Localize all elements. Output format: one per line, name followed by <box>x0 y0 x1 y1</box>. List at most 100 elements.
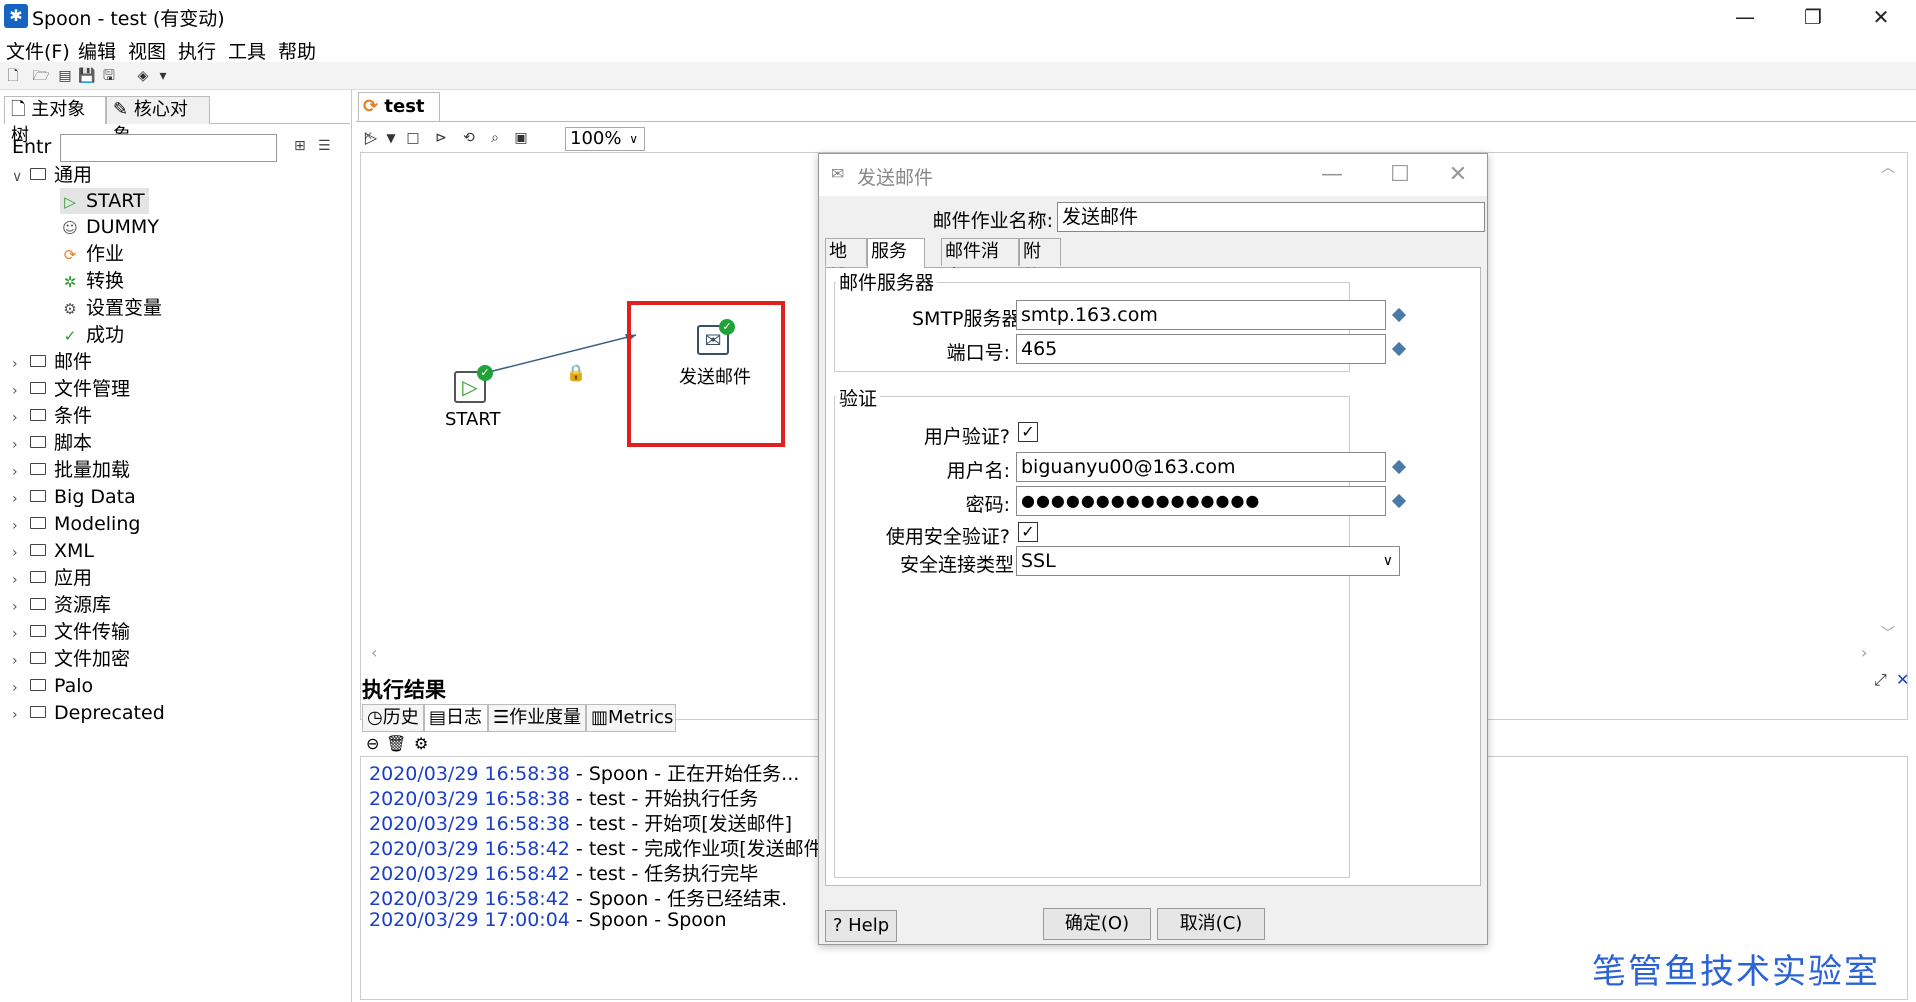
dialog-titlebar: ✉ 发送邮件 — ☐ ✕ <box>819 154 1487 196</box>
tree-folder-label: Big Data <box>54 486 136 508</box>
tab-address[interactable]: 地址 <box>825 238 867 288</box>
save-as-icon[interactable]: 🖫 <box>100 67 118 85</box>
cancel-button[interactable]: 取消(C) <box>1157 908 1265 940</box>
user-auth-checkbox[interactable]: ✓ <box>1018 422 1038 442</box>
menu-run[interactable]: 执行 <box>178 37 216 64</box>
tab-server[interactable]: 服务器 <box>867 238 925 288</box>
dialog-maximize-button[interactable]: ☐ <box>1375 158 1425 192</box>
tree-folder-file-transfer[interactable]: › 文件传输 <box>12 619 130 645</box>
scroll-down-icon[interactable]: ﹀ <box>1881 623 1895 643</box>
menu-help[interactable]: 帮助 <box>278 37 316 64</box>
tree-folder-big-data[interactable]: › Big Data <box>12 484 136 510</box>
username-input[interactable]: biguanyu00@163.com <box>1016 452 1386 482</box>
tree-folder-applications[interactable]: › 应用 <box>12 565 92 591</box>
dialog-minimize-button[interactable]: — <box>1307 158 1357 192</box>
tree-item-transform[interactable]: ✲ 转换 <box>60 268 124 294</box>
menu-bar: 文件(F) 编辑 视图 执行 工具 帮助 <box>0 34 1916 64</box>
tree-folder-file-encryption[interactable]: › 文件加密 <box>12 646 130 672</box>
folder-icon <box>30 516 46 529</box>
layers-icon[interactable]: ◈ <box>134 67 152 85</box>
job-icon: ⟳ <box>63 246 77 264</box>
chevron-right-icon: › <box>12 410 18 426</box>
sql-icon[interactable]: ▣ <box>512 129 530 147</box>
menu-edit[interactable]: 编辑 <box>78 37 116 64</box>
log-timestamp: 2020/03/29 16:58:38 <box>369 813 570 835</box>
tree-item-success[interactable]: ✓ 成功 <box>60 322 124 348</box>
stop-icon[interactable]: □ <box>404 129 422 147</box>
save-icon[interactable]: 💾 <box>78 67 96 85</box>
menu-view[interactable]: 视图 <box>128 37 166 64</box>
tab-history[interactable]: ◷历史 <box>362 704 424 732</box>
layers-dropdown-icon[interactable]: ▾ <box>154 67 172 85</box>
filter-input[interactable] <box>60 134 277 162</box>
tree-folder-file-management[interactable]: › 文件管理 <box>12 376 130 402</box>
scroll-up-icon[interactable]: ︿ <box>1881 157 1895 177</box>
tab-test[interactable]: ⟳ test ✕ <box>358 92 440 143</box>
tree-folder-bulk-load[interactable]: › 批量加载 <box>12 457 130 483</box>
port-input[interactable]: 465 <box>1016 334 1386 364</box>
tree-folder-xml[interactable]: › XML <box>12 538 94 564</box>
verify-icon[interactable]: ⌕ <box>486 129 504 147</box>
minimize-button[interactable]: — <box>1712 0 1778 34</box>
run-icon[interactable]: ▷ <box>362 129 380 147</box>
secure-auth-checkbox[interactable]: ✓ <box>1018 522 1038 542</box>
expand-all-icon[interactable]: ⊞ <box>294 138 306 154</box>
menu-tools[interactable]: 工具 <box>228 37 266 64</box>
tree-folder-mail[interactable]: › 邮件 <box>12 349 92 375</box>
smtp-server-input[interactable]: smtp.163.com <box>1016 300 1386 330</box>
help-button[interactable]: ? Help <box>825 910 897 942</box>
dialog-close-button[interactable]: ✕ <box>1433 158 1483 192</box>
connection-type-select[interactable]: SSL ∨ <box>1016 546 1400 576</box>
run-options-icon[interactable]: ⊳ <box>432 129 450 147</box>
main-toolbar: 🗋 🗁 ▤ 💾 🖫 ◈ ▾ <box>0 62 1916 90</box>
tree-folder-repository[interactable]: › 资源库 <box>12 592 111 618</box>
ok-button[interactable]: 确定(O) <box>1043 908 1151 940</box>
tab-metrics[interactable]: ▥Metrics <box>586 704 676 732</box>
menu-file[interactable]: 文件(F) <box>6 37 70 64</box>
tab-log[interactable]: ▤日志 <box>424 704 488 732</box>
tree-folder-deprecated[interactable]: › Deprecated <box>12 700 165 726</box>
tree-item-start[interactable]: ▷ START <box>60 188 149 214</box>
transform-icon: ✲ <box>63 273 77 291</box>
scroll-left-icon[interactable]: ‹ <box>371 643 377 662</box>
log-timestamp: 2020/03/29 16:58:38 <box>369 763 570 785</box>
tab-history-label: 历史 <box>382 707 419 728</box>
tab-main-object-tree[interactable]: 🗋 主对象树 <box>4 96 106 146</box>
log-message: - test - 开始项[发送邮件] <box>569 813 793 835</box>
new-file-icon[interactable]: 🗋 <box>4 67 22 85</box>
tree-folder-scripts[interactable]: › 脚本 <box>12 430 92 456</box>
tab-attachments[interactable]: 附件 <box>1019 238 1061 288</box>
collapse-all-icon[interactable]: ☰ <box>318 138 331 154</box>
tab-job-metrics[interactable]: ☰作业度量 <box>488 704 586 732</box>
tree-folder-general[interactable]: ∨ 通用 <box>12 162 92 188</box>
password-input[interactable]: ●●●●●●●●●●●●●●●● <box>1016 486 1386 516</box>
close-panel-icon[interactable]: ✕ <box>1896 670 1909 689</box>
zoom-select[interactable]: 100% ∨ <box>565 127 645 151</box>
tree-folder-modeling[interactable]: › Modeling <box>12 511 140 537</box>
tree-item-dummy[interactable]: ☺ DUMMY <box>60 214 159 240</box>
maximize-icon[interactable]: ⤢ <box>1874 670 1887 690</box>
restore-button[interactable]: ❐ <box>1780 0 1846 34</box>
settings-icon[interactable]: ⚙ <box>414 734 428 753</box>
tree-item-job[interactable]: ⟳ 作业 <box>60 241 124 267</box>
variable-icon[interactable] <box>1391 307 1407 323</box>
replay-icon[interactable]: ⟲ <box>460 129 478 147</box>
tab-core-objects[interactable]: ✎ 核心对象 <box>106 96 210 146</box>
tree-folder-palo[interactable]: › Palo <box>12 673 93 699</box>
variable-icon[interactable] <box>1391 341 1407 357</box>
tree-folder-conditions[interactable]: › 条件 <box>12 403 92 429</box>
close-button[interactable]: ✕ <box>1848 0 1914 34</box>
explore-repo-icon[interactable]: ▤ <box>56 67 74 85</box>
open-file-icon[interactable]: 🗁 <box>32 67 50 85</box>
variable-icon[interactable] <box>1391 459 1407 475</box>
run-dropdown-icon[interactable]: ▼ <box>382 129 400 147</box>
hop-line[interactable] <box>484 334 637 374</box>
clear-log-icon[interactable]: ⊖ <box>366 734 379 753</box>
tree-item-set-variable[interactable]: ⚙ 设置变量 <box>60 295 162 321</box>
tab-mail-message[interactable]: 邮件消息 <box>941 238 1019 288</box>
scroll-right-icon[interactable]: › <box>1861 643 1867 662</box>
job-name-input[interactable]: 发送邮件 <box>1057 202 1485 232</box>
trash-icon[interactable]: 🗑 <box>386 734 406 753</box>
variable-icon[interactable] <box>1391 493 1407 509</box>
send-mail-dialog: ✉ 发送邮件 — ☐ ✕ 邮件作业名称: 发送邮件 地址 服务器 邮件消息 附件… <box>818 153 1488 945</box>
